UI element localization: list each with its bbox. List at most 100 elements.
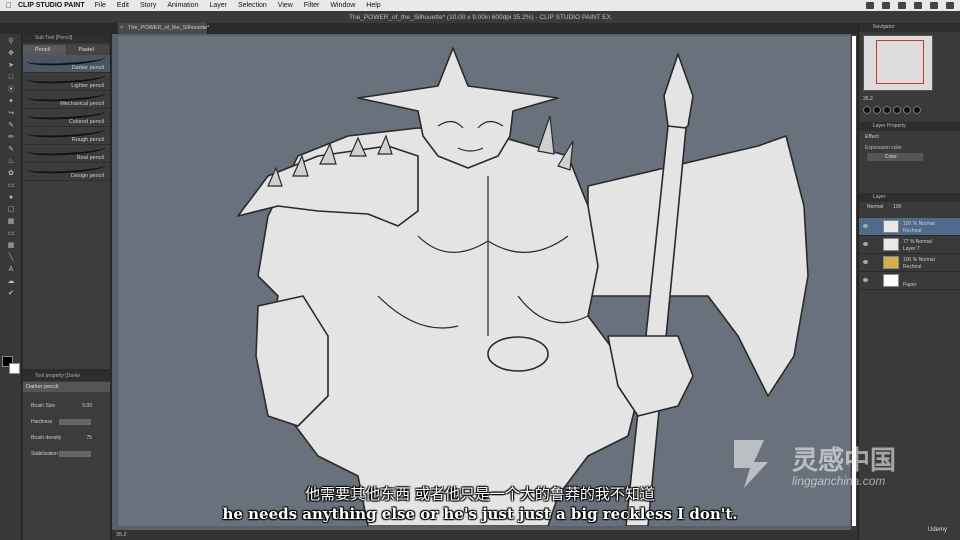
navigator-preview[interactable]: [863, 35, 933, 91]
brush-size-value[interactable]: 5.00: [82, 403, 92, 409]
list-icon[interactable]: [946, 2, 954, 9]
correct-line-tool-icon[interactable]: ✔: [4, 288, 18, 298]
layer-property-title[interactable]: Layer Property: [859, 122, 960, 131]
subtitle-chinese: 他需要其他东西 或者他只是一个大的鲁莽的我不知道: [305, 485, 655, 503]
ruler-tool-icon[interactable]: ╲: [4, 252, 18, 262]
hardness-row[interactable]: Hardness: [23, 414, 110, 430]
layer-row[interactable]: 100 % Normal Rechnul: [859, 218, 960, 236]
eraser-tool-icon[interactable]: ▭: [4, 180, 18, 190]
gradient-tool-icon[interactable]: ▦: [4, 216, 18, 226]
magic-wand-icon[interactable]: ✦: [4, 96, 18, 106]
navigator-zoom-value[interactable]: 35.2: [863, 96, 873, 102]
menu-layer[interactable]: Layer: [209, 2, 227, 9]
brush-size-dot[interactable]: [903, 106, 911, 114]
brush-tool-icon[interactable]: ✎: [4, 144, 18, 154]
brush-size-dot[interactable]: [913, 106, 921, 114]
menu-edit[interactable]: Edit: [117, 2, 129, 9]
brush-density-row[interactable]: Brush density 75: [23, 430, 110, 446]
window-title-bar: The_POWER_of_the_Silhouette* (10.00 x 9.…: [0, 11, 960, 23]
pen-tool-icon[interactable]: ✎: [4, 120, 18, 130]
layer-row[interactable]: 77 % Normal Layer 7: [859, 236, 960, 254]
menu-view[interactable]: View: [278, 2, 293, 9]
selection-tool-icon[interactable]: □: [4, 72, 18, 82]
app-name-menu[interactable]: CLIP STUDIO PAINT: [18, 2, 85, 9]
brush-label: Darker pencil: [71, 65, 104, 71]
brush-item-colored-pencil[interactable]: Colored pencil: [23, 109, 110, 127]
airbrush-tool-icon[interactable]: ♨: [4, 156, 18, 166]
udemy-logo: Udemy: [928, 527, 948, 533]
brush-density-value[interactable]: 75: [86, 435, 92, 441]
sub-tool-tabs: Pencil Pastel: [23, 45, 110, 55]
hardness-slider[interactable]: [59, 419, 91, 425]
navigator-view-rect[interactable]: [876, 40, 924, 84]
close-tab-icon[interactable]: ×: [120, 23, 123, 34]
blend-mode-select[interactable]: Normal: [867, 204, 883, 210]
visibility-eye-icon[interactable]: [863, 242, 868, 246]
menu-story[interactable]: Story: [140, 2, 156, 9]
wifi-icon[interactable]: [898, 2, 906, 9]
brush-label: Mechanical pencil: [60, 101, 104, 107]
apple-menu-icon[interactable]: : [0, 1, 18, 10]
layer-name: Rechnul: [903, 228, 922, 234]
brush-item-mechanical-pencil[interactable]: Mechanical pencil: [23, 91, 110, 109]
brush-size-row[interactable]: Brush Size 5.00: [23, 398, 110, 414]
brush-size-dot[interactable]: [863, 106, 871, 114]
tool-property-brush-name: Darker pencil: [23, 382, 110, 392]
layer-opacity-mode: 100 % Normal: [903, 257, 935, 263]
menu-filter[interactable]: Filter: [304, 2, 320, 9]
text-tool-icon[interactable]: A: [4, 264, 18, 274]
visibility-eye-icon[interactable]: [863, 224, 868, 228]
layer-row[interactable]: 100 % Normal Rechnul: [859, 254, 960, 272]
brush-label: Design pencil: [70, 173, 104, 179]
search-icon[interactable]: [930, 2, 938, 9]
document-tab[interactable]: × The_POWER_of_the_Silhouette*: [118, 23, 209, 34]
expression-color-select[interactable]: Color: [867, 153, 923, 161]
operation-tool-icon[interactable]: ➤: [4, 60, 18, 70]
tray-app-icon[interactable]: [866, 2, 874, 9]
brush-item-rough-pencil[interactable]: Rough pencil: [23, 127, 110, 145]
blend-tool-icon[interactable]: ●: [4, 192, 18, 202]
background-color[interactable]: [9, 363, 20, 374]
brush-label: Colored pencil: [68, 119, 104, 125]
battery-icon[interactable]: [914, 2, 922, 9]
tool-palette: ⚲ ✥ ➤ □ ⦿ ✦ ↪ ✎ ✏ ✎ ♨ ✿ ▭ ● ▢ ▦ ▭ ▦ ╲ A …: [0, 34, 22, 540]
canvas-zoom-value[interactable]: 35.2: [116, 532, 127, 538]
hardness-label: Hardness: [31, 419, 53, 425]
brush-size-dot[interactable]: [873, 106, 881, 114]
brush-label: Rough pencil: [71, 137, 104, 143]
frame-tool-icon[interactable]: ▦: [4, 240, 18, 250]
visibility-eye-icon[interactable]: [863, 278, 868, 282]
tab-pastel[interactable]: Pastel: [66, 45, 109, 55]
stabilization-row[interactable]: Stabilization: [23, 446, 110, 462]
balloon-tool-icon[interactable]: ☁: [4, 276, 18, 286]
menu-selection[interactable]: Selection: [238, 2, 267, 9]
layer-panel-title[interactable]: Layer: [859, 193, 960, 202]
figure-tool-icon[interactable]: ▭: [4, 228, 18, 238]
move-tool-icon[interactable]: ✥: [4, 48, 18, 58]
decoration-tool-icon[interactable]: ✿: [4, 168, 18, 178]
brush-item-darker-pencil[interactable]: Darker pencil: [23, 55, 110, 73]
layer-thumbnail: [883, 274, 899, 287]
tray-app-icon[interactable]: [882, 2, 890, 9]
brush-item-lighter-pencil[interactable]: Lighter pencil: [23, 73, 110, 91]
stabilization-slider[interactable]: [59, 451, 91, 457]
zoom-tool-icon[interactable]: ⚲: [4, 36, 18, 46]
brush-item-design-pencil[interactable]: Design pencil: [23, 163, 110, 181]
brush-size-dot[interactable]: [883, 106, 891, 114]
layer-opacity-value[interactable]: 100: [893, 204, 901, 210]
brush-size-dot[interactable]: [893, 106, 901, 114]
menu-window[interactable]: Window: [330, 2, 355, 9]
layer-blend-row: Normal 100: [859, 202, 960, 212]
tab-pencil[interactable]: Pencil: [23, 45, 66, 55]
visibility-eye-icon[interactable]: [863, 260, 868, 264]
layer-row[interactable]: Paper: [859, 272, 960, 290]
fill-tool-icon[interactable]: ▢: [4, 204, 18, 214]
menu-file[interactable]: File: [95, 2, 106, 9]
eyedropper-icon[interactable]: ↪: [4, 108, 18, 118]
pencil-tool-icon[interactable]: ✏: [4, 132, 18, 142]
brush-item-real-pencil[interactable]: Real pencil: [23, 145, 110, 163]
menu-help[interactable]: Help: [366, 2, 380, 9]
menu-animation[interactable]: Animation: [167, 2, 198, 9]
lasso-tool-icon[interactable]: ⦿: [4, 84, 18, 94]
navigator-panel-title[interactable]: Navigator: [859, 23, 960, 32]
